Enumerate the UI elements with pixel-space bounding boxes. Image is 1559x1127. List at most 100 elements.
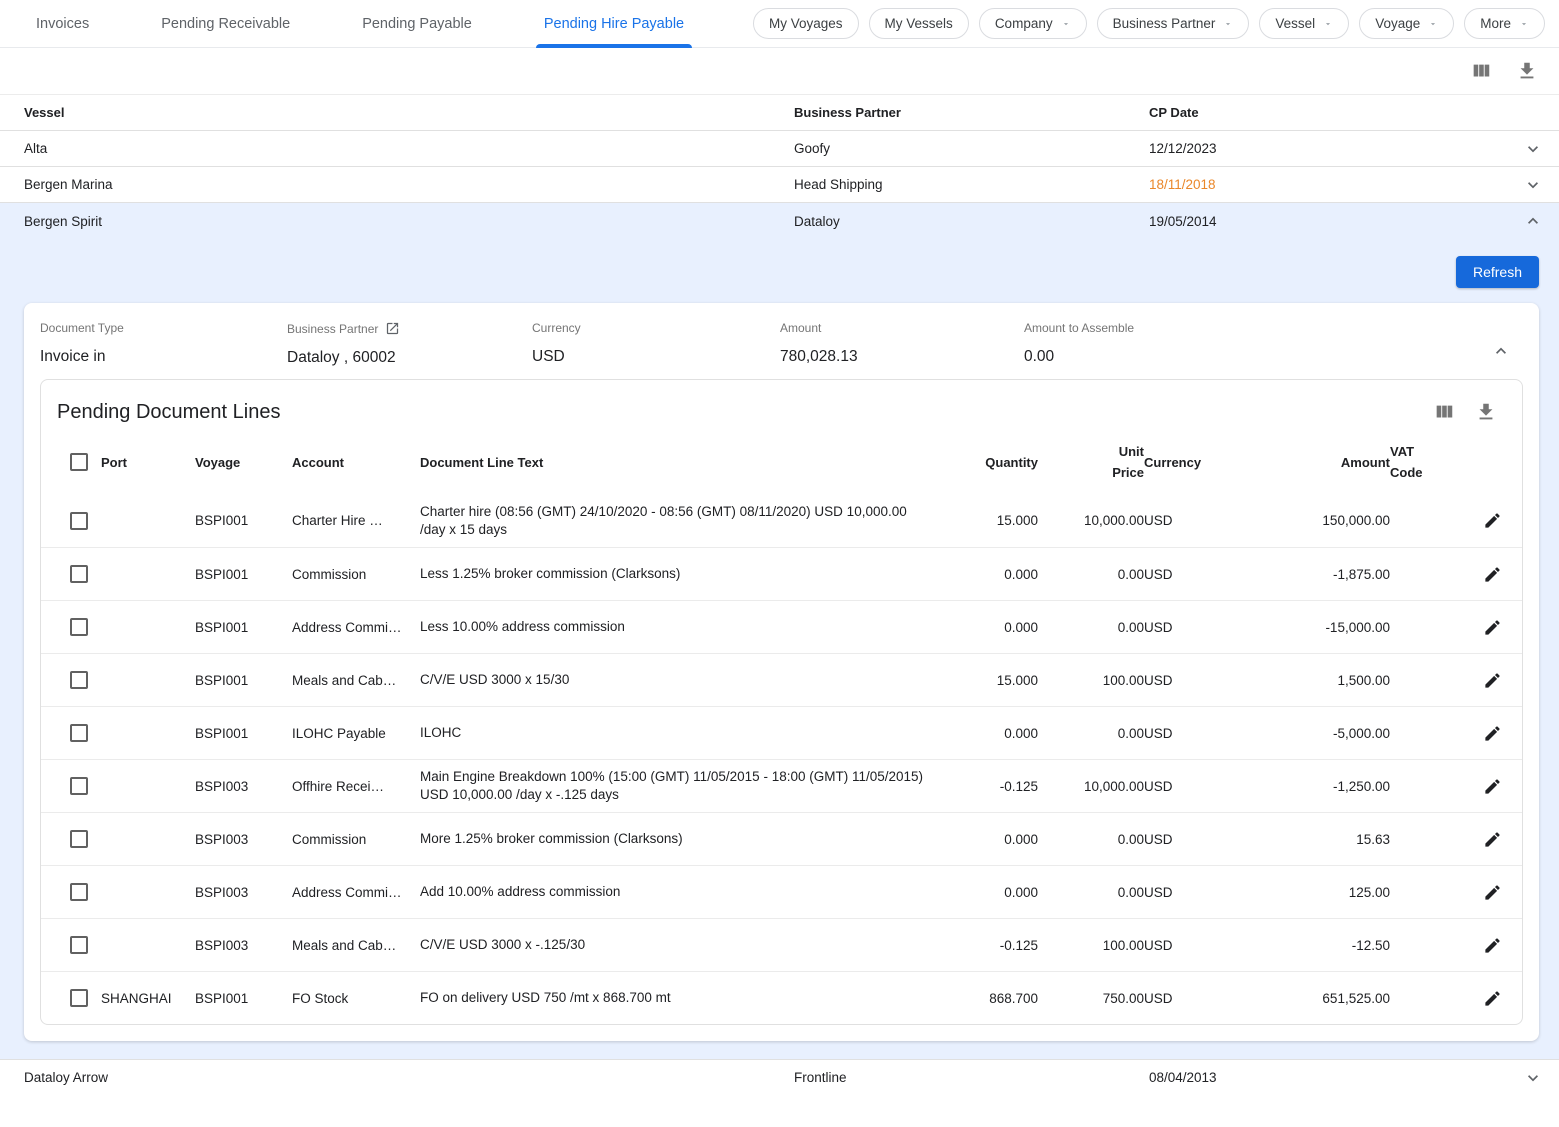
amount-cell: -1,875.00: [1238, 567, 1390, 582]
chip-voyage[interactable]: Voyage: [1359, 8, 1454, 39]
chevron-down-icon[interactable]: [1523, 139, 1543, 159]
chip-label: Business Partner: [1113, 16, 1216, 31]
account-cell: ILOHC Payable: [292, 726, 420, 741]
unit-price-cell: 10,000.00: [1038, 513, 1144, 528]
row-checkbox[interactable]: [70, 830, 88, 848]
vessel-row-dataloy-arrow[interactable]: Dataloy Arrow Frontline 08/04/2013: [0, 1059, 1559, 1095]
edit-pencil-icon[interactable]: [1480, 668, 1504, 692]
edit-pencil-icon[interactable]: [1480, 774, 1504, 798]
currency-cell: USD: [1144, 726, 1238, 741]
row-checkbox[interactable]: [70, 512, 88, 530]
chip-my-voyages[interactable]: My Voyages: [753, 8, 859, 39]
vessel-row-bergen-marina[interactable]: Bergen Marina Head Shipping 18/11/2018: [0, 167, 1559, 203]
col-header-amount: Amount: [1238, 455, 1390, 470]
table-row[interactable]: SHANGHAI BSPI001 FO Stock FO on delivery…: [41, 971, 1522, 1024]
voyage-cell: BSPI001: [195, 673, 292, 688]
amount-cell: 150,000.00: [1238, 513, 1390, 528]
tab-pending-hire-payable[interactable]: Pending Hire Payable: [508, 0, 720, 48]
chevron-down-icon: [1223, 19, 1233, 29]
chip-company[interactable]: Company: [979, 8, 1087, 39]
vessel-name: Bergen Marina: [24, 177, 794, 192]
row-checkbox[interactable]: [70, 671, 88, 689]
row-checkbox[interactable]: [70, 883, 88, 901]
chevron-down-icon[interactable]: [1523, 1068, 1543, 1088]
download-icon[interactable]: [1474, 400, 1498, 424]
select-all-checkbox[interactable]: [70, 453, 88, 471]
cp-date: 19/05/2014: [1149, 214, 1507, 229]
chip-label: Vessel: [1275, 16, 1315, 31]
tab-pending-receivable[interactable]: Pending Receivable: [125, 0, 326, 48]
col-header-document-line-text: Document Line Text: [420, 455, 944, 470]
pending-document-lines-card: Pending Document Lines Port Voyage Accou…: [40, 379, 1523, 1025]
expanded-section: Bergen Spirit Dataloy 19/05/2014 Refresh…: [0, 203, 1559, 1059]
document-line-text-cell: Add 10.00% address commission: [420, 883, 944, 901]
chip-my-vessels[interactable]: My Vessels: [869, 8, 969, 39]
columns-icon[interactable]: [1469, 59, 1493, 83]
field-amount-to-assemble: Amount to Assemble 0.00: [1024, 321, 1274, 366]
table-row[interactable]: BSPI001 Meals and Cab… C/V/E USD 3000 x …: [41, 653, 1522, 706]
refresh-button[interactable]: Refresh: [1456, 256, 1539, 288]
table-row[interactable]: BSPI001 ILOHC Payable ILOHC 0.000 0.00 U…: [41, 706, 1522, 759]
edit-pencil-icon[interactable]: [1480, 615, 1504, 639]
edit-pencil-icon[interactable]: [1480, 721, 1504, 745]
chip-vessel[interactable]: Vessel: [1259, 8, 1349, 39]
col-header-account: Account: [292, 455, 420, 470]
collapse-chevron-up-icon[interactable]: [1491, 341, 1511, 361]
columns-icon[interactable]: [1432, 400, 1456, 424]
edit-pencil-icon[interactable]: [1480, 986, 1504, 1010]
chip-business-partner[interactable]: Business Partner: [1097, 8, 1250, 39]
voyage-cell: BSPI003: [195, 779, 292, 794]
table-row[interactable]: BSPI003 Commission More 1.25% broker com…: [41, 812, 1522, 865]
edit-pencil-icon[interactable]: [1480, 880, 1504, 904]
edit-pencil-icon[interactable]: [1480, 933, 1504, 957]
tab-pending-payable[interactable]: Pending Payable: [326, 0, 508, 48]
col-header-vat-code: VAT Code: [1390, 441, 1464, 483]
row-checkbox[interactable]: [70, 618, 88, 636]
chip-more[interactable]: More: [1464, 8, 1545, 39]
row-checkbox[interactable]: [70, 989, 88, 1007]
field-business-partner: Business Partner Dataloy , 60002: [287, 321, 532, 367]
chevron-down-icon[interactable]: [1523, 175, 1543, 195]
amount-cell: 15.63: [1238, 832, 1390, 847]
voyage-cell: BSPI003: [195, 938, 292, 953]
vessel-name: Dataloy Arrow: [24, 1070, 794, 1085]
pending-lines-title: Pending Document Lines: [57, 401, 280, 424]
row-checkbox[interactable]: [70, 724, 88, 742]
unit-price-cell: 0.00: [1038, 832, 1144, 847]
table-row[interactable]: BSPI003 Meals and Cab… C/V/E USD 3000 x …: [41, 918, 1522, 971]
business-partner: Head Shipping: [794, 177, 1149, 192]
tab-invoices[interactable]: Invoices: [0, 0, 125, 48]
vessel-row-alta[interactable]: Alta Goofy 12/12/2023: [0, 131, 1559, 167]
currency-cell: USD: [1144, 991, 1238, 1006]
row-checkbox[interactable]: [70, 777, 88, 795]
col-header-business-partner: Business Partner: [794, 105, 1149, 120]
table-row[interactable]: BSPI001 Address Commi… Less 10.00% addre…: [41, 600, 1522, 653]
account-cell: Address Commi…: [292, 885, 420, 900]
table-row[interactable]: BSPI001 Commission Less 1.25% broker com…: [41, 547, 1522, 600]
row-checkbox[interactable]: [70, 936, 88, 954]
business-partner: Frontline: [794, 1070, 1149, 1085]
row-checkbox[interactable]: [70, 565, 88, 583]
download-icon[interactable]: [1515, 59, 1539, 83]
edit-pencil-icon[interactable]: [1480, 827, 1504, 851]
edit-pencil-icon[interactable]: [1480, 562, 1504, 586]
edit-pencil-icon[interactable]: [1480, 509, 1504, 533]
chip-label: Company: [995, 16, 1053, 31]
chip-label: My Vessels: [885, 16, 953, 31]
chevron-down-icon: [1428, 19, 1438, 29]
chevron-down-icon: [1061, 19, 1071, 29]
unit-price-cell: 100.00: [1038, 673, 1144, 688]
vessel-row-bergen-spirit[interactable]: Bergen Spirit Dataloy 19/05/2014: [0, 203, 1559, 239]
field-label: Currency: [532, 321, 780, 335]
field-label: Amount to Assemble: [1024, 321, 1274, 335]
field-currency: Currency USD: [532, 321, 780, 366]
unit-price-cell: 100.00: [1038, 938, 1144, 953]
table-row[interactable]: BSPI003 Offhire Recei… Main Engine Break…: [41, 759, 1522, 812]
account-cell: Meals and Cab…: [292, 938, 420, 953]
table-row[interactable]: BSPI001 Charter Hire … Charter hire (08:…: [41, 494, 1522, 547]
table-row[interactable]: BSPI003 Address Commi… Add 10.00% addres…: [41, 865, 1522, 918]
chevron-up-icon[interactable]: [1523, 211, 1543, 231]
unit-price-cell: 750.00: [1038, 991, 1144, 1006]
open-in-new-icon[interactable]: [385, 321, 400, 336]
col-header-cp-date: CP Date: [1149, 105, 1507, 120]
